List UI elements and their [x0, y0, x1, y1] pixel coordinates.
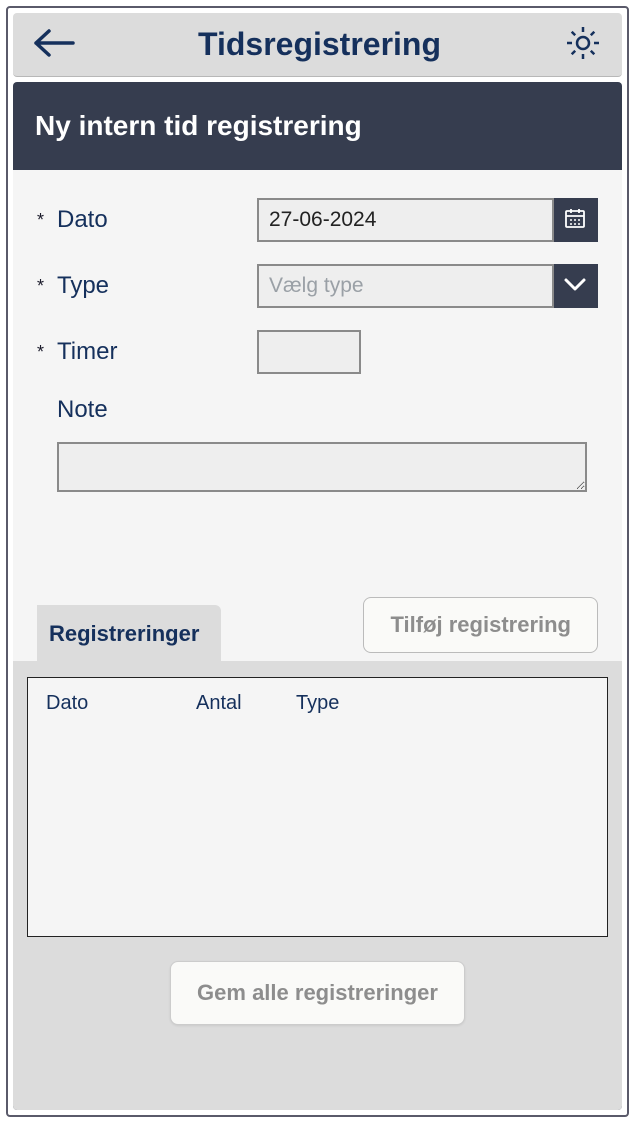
registrations-table: Dato Antal Type — [27, 677, 608, 937]
column-count: Antal — [196, 692, 296, 715]
page-heading: Ny intern tid registrering — [13, 82, 622, 170]
date-input[interactable] — [257, 198, 554, 242]
form-card: * Dato — [13, 170, 622, 515]
type-label: Type — [57, 272, 257, 300]
date-label: Dato — [57, 206, 257, 234]
back-arrow-icon — [33, 28, 75, 61]
type-row: * Type Vælg type — [37, 264, 598, 308]
table-header: Dato Antal Type — [46, 692, 589, 715]
midsection: Registreringer Tilføj registrering — [13, 515, 622, 661]
topbar: Tidsregistrering — [13, 13, 622, 77]
date-picker-button[interactable] — [554, 198, 598, 242]
note-label: Note — [57, 396, 598, 424]
required-mark: * — [37, 210, 57, 231]
save-all-button[interactable]: Gem alle registreringer — [170, 961, 465, 1025]
tab-row: Registreringer Tilføj registrering — [37, 597, 598, 661]
save-button-wrap: Gem alle registreringer — [27, 961, 608, 1025]
app-frame: Tidsregistrering Ny intern tid registrer… — [6, 6, 629, 1117]
required-mark: * — [37, 276, 57, 297]
gear-icon — [564, 24, 602, 65]
column-type: Type — [296, 692, 589, 715]
note-row: Note — [37, 396, 598, 497]
settings-button[interactable] — [564, 24, 602, 65]
calendar-icon — [563, 206, 587, 235]
required-mark: * — [37, 342, 57, 363]
page-title: Tidsregistrering — [75, 26, 564, 63]
type-select[interactable]: Vælg type — [257, 264, 554, 308]
chevron-down-icon — [562, 271, 588, 302]
date-row: * Dato — [37, 198, 598, 242]
hours-label: Timer — [57, 338, 257, 366]
column-date: Dato — [46, 692, 196, 715]
registrations-panel: Dato Antal Type Gem alle registreringer — [13, 661, 622, 1110]
hours-input[interactable] — [257, 330, 361, 374]
hours-row: * Timer — [37, 330, 598, 374]
add-registration-button[interactable]: Tilføj registrering — [363, 597, 598, 653]
type-dropdown-button[interactable] — [554, 264, 598, 308]
back-button[interactable] — [33, 28, 75, 61]
note-input[interactable] — [57, 442, 587, 492]
tab-registrations[interactable]: Registreringer — [37, 605, 221, 661]
content-area: Ny intern tid registrering * Dato — [13, 82, 622, 1110]
